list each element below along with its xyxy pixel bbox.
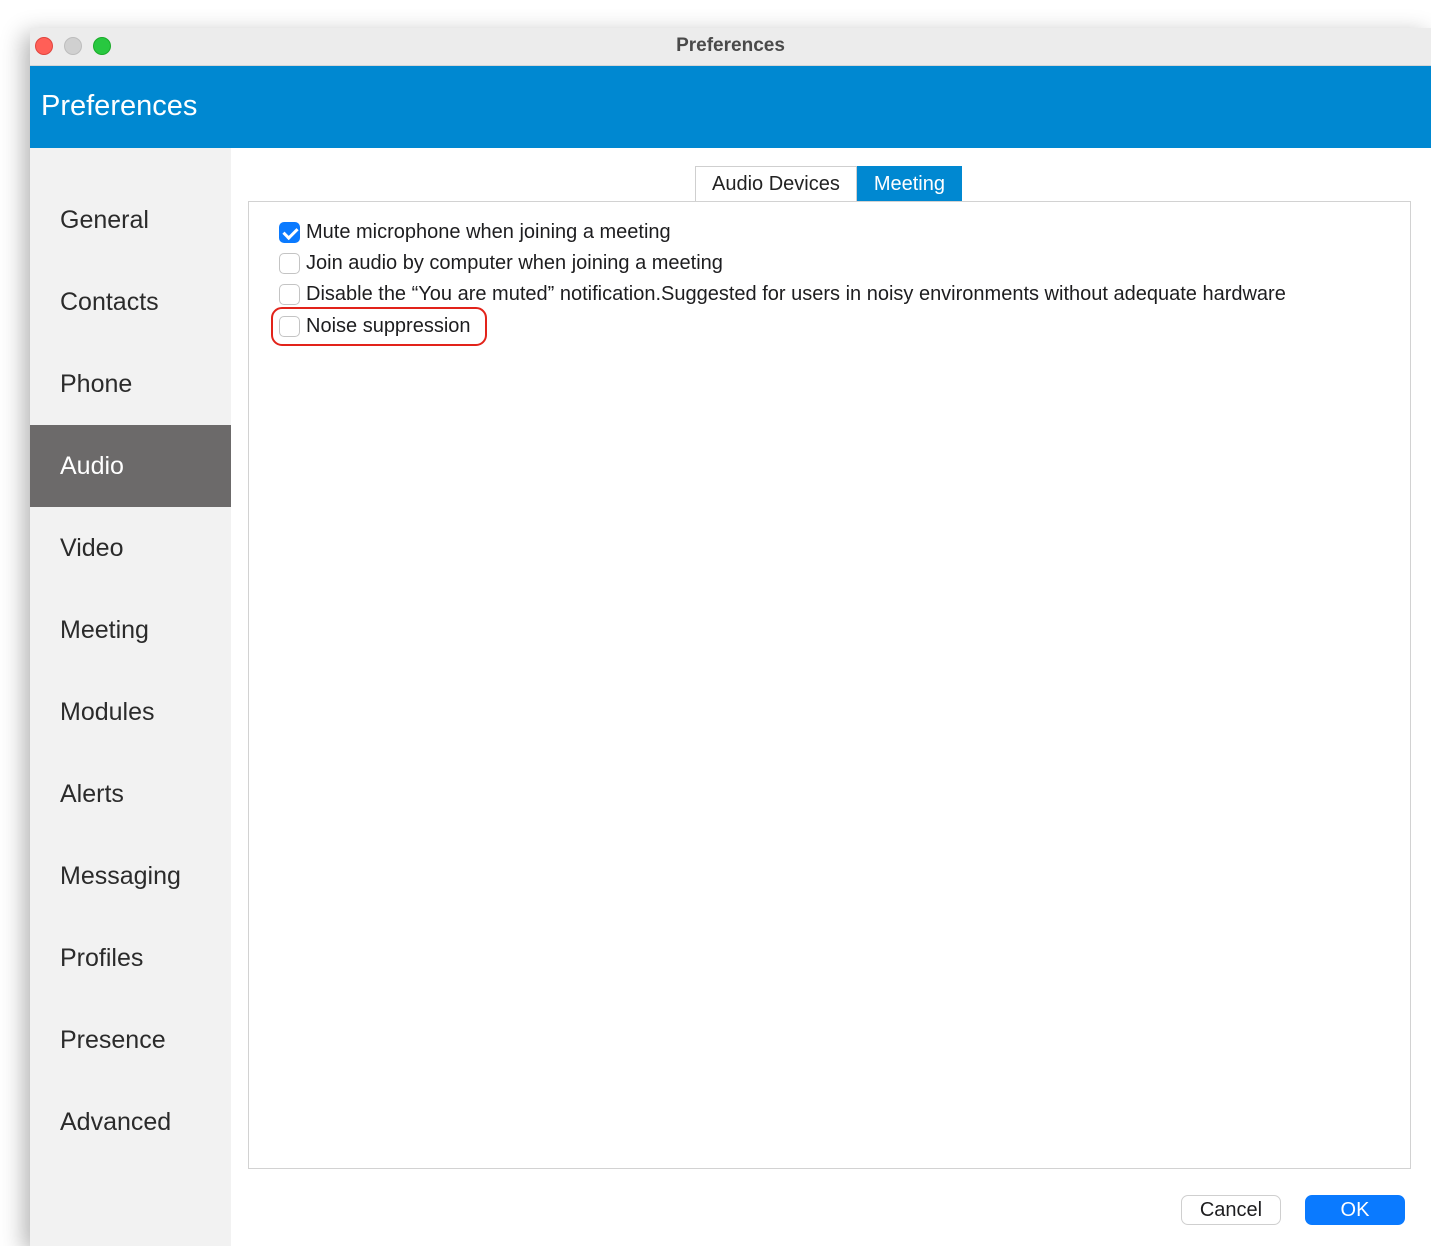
mute-microphone-checkbox[interactable]: [279, 221, 300, 243]
noise-suppression-highlight: [271, 307, 487, 346]
tab-audio-devices[interactable]: Audio Devices: [695, 166, 857, 202]
sidebar-item-alerts[interactable]: Alerts: [30, 753, 231, 835]
disable-muted-notification-label[interactable]: Disable the “You are muted” notification…: [306, 283, 1286, 306]
title-bar: Preferences: [30, 28, 1431, 66]
meeting-options-panel: Mute microphone when joining a meeting J…: [248, 201, 1411, 1169]
window-title: Preferences: [676, 35, 785, 56]
join-audio-checkbox[interactable]: [279, 252, 300, 274]
preferences-window: Preferences Preferences General Contacts…: [30, 28, 1431, 1246]
sidebar-item-general[interactable]: General: [30, 179, 231, 261]
sidebar-item-profiles[interactable]: Profiles: [30, 917, 231, 999]
mute-microphone-label[interactable]: Mute microphone when joining a meeting: [306, 221, 671, 244]
disable-muted-notification-checkbox[interactable]: [279, 283, 300, 305]
sidebar: General Contacts Phone Audio Video Meeti…: [30, 148, 231, 1246]
sidebar-item-presence[interactable]: Presence: [30, 999, 231, 1081]
sidebar-item-modules[interactable]: Modules: [30, 671, 231, 753]
ok-button[interactable]: OK: [1305, 1195, 1405, 1225]
sidebar-item-meeting[interactable]: Meeting: [30, 589, 231, 671]
option-join-audio-by-computer[interactable]: Join audio by computer when joining a me…: [279, 250, 723, 276]
sidebar-item-video[interactable]: Video: [30, 507, 231, 589]
cancel-button[interactable]: Cancel: [1181, 1195, 1281, 1225]
join-audio-label[interactable]: Join audio by computer when joining a me…: [306, 252, 723, 275]
sidebar-item-advanced[interactable]: Advanced: [30, 1081, 231, 1163]
page-title: Preferences: [41, 90, 198, 122]
main-content: Audio Devices Meeting Mute microphone wh…: [231, 148, 1431, 1246]
sidebar-item-audio[interactable]: Audio: [30, 425, 231, 507]
app-header: Preferences: [30, 66, 1431, 148]
option-mute-microphone[interactable]: Mute microphone when joining a meeting: [279, 219, 671, 245]
sidebar-item-contacts[interactable]: Contacts: [30, 261, 231, 343]
option-disable-muted-notification[interactable]: Disable the “You are muted” notification…: [279, 281, 1286, 307]
sidebar-item-messaging[interactable]: Messaging: [30, 835, 231, 917]
tab-bar: Audio Devices Meeting: [695, 166, 962, 202]
sidebar-item-phone[interactable]: Phone: [30, 343, 231, 425]
tab-meeting[interactable]: Meeting: [856, 166, 962, 202]
